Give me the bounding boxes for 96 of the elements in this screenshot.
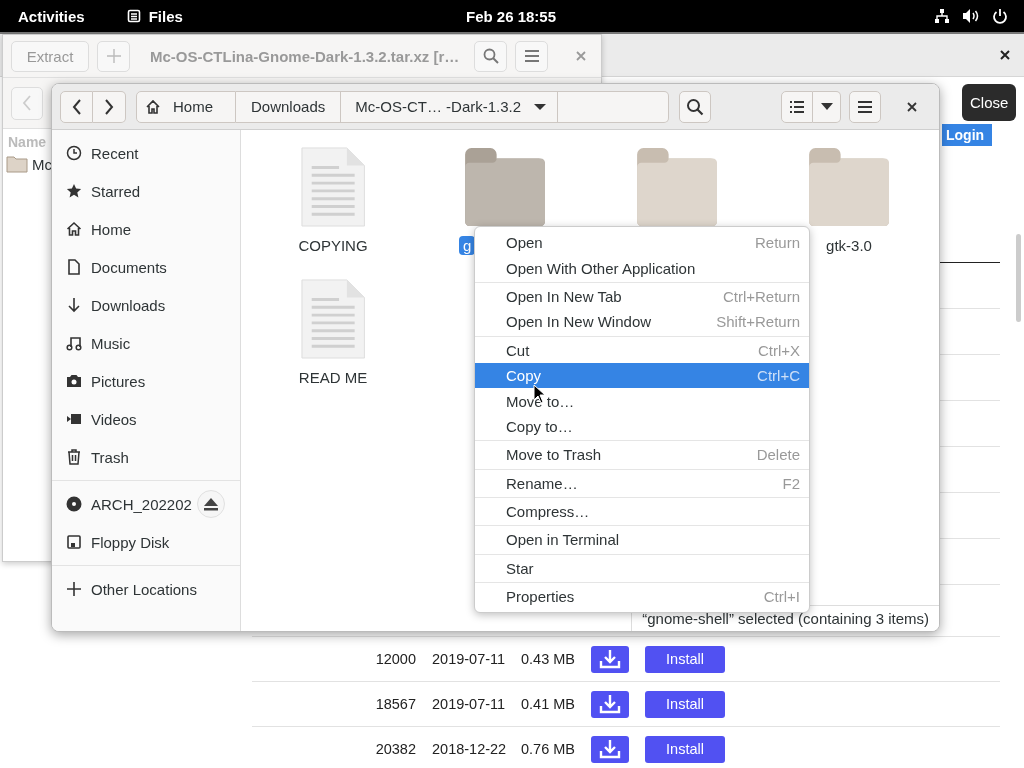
download-button[interactable] (591, 735, 629, 763)
network-icon[interactable] (934, 8, 950, 24)
home-icon (145, 98, 161, 115)
list-icon (789, 99, 805, 114)
window-title: Mc-OS-CTLina-Gnome-Dark-1.3.2.tar.xz [r… (150, 47, 456, 65)
path-button[interactable]: Downloads (236, 90, 342, 123)
sidebar-drive-icon (66, 534, 82, 550)
sidebar-document-icon (66, 259, 82, 275)
sidebar-item[interactable]: ARCH_202202 (91, 495, 192, 513)
sidebar-item[interactable]: Other Locations (91, 580, 197, 598)
download-button[interactable] (591, 645, 629, 673)
menu-item[interactable]: Move to… (475, 388, 809, 414)
chevron-left-icon (22, 95, 32, 111)
sidebar-plus-icon (66, 581, 82, 597)
sidebar-trash-icon (66, 449, 82, 465)
menu-item[interactable]: Copy to… (475, 413, 809, 440)
files-icon (126, 9, 141, 23)
download-count: 12000 (374, 651, 416, 667)
menu-item[interactable]: Copy Ctrl+C (475, 362, 809, 389)
close-icon[interactable] (1000, 50, 1010, 60)
search-icon (686, 97, 705, 116)
sidebar-item[interactable]: Downloads (91, 296, 166, 314)
volume-icon[interactable] (962, 8, 980, 24)
power-icon[interactable] (992, 8, 1008, 24)
install-button[interactable]: Install (645, 690, 725, 718)
folder-icon (6, 155, 28, 173)
search-icon (482, 48, 499, 64)
sidebar-item[interactable]: Starred (91, 182, 141, 200)
menu-icon (523, 49, 540, 63)
download-count: 18567 (374, 696, 416, 712)
download-button[interactable] (591, 690, 629, 718)
location-field[interactable] (558, 90, 670, 123)
sidebar-item[interactable]: Floppy Disk (91, 533, 170, 551)
caret-down-icon (820, 103, 833, 110)
menu-item[interactable]: Star (475, 555, 809, 582)
sidebar-item[interactable]: Trash (91, 448, 129, 466)
download-count: 20382 (374, 741, 416, 757)
sidebar-down-arrow-icon (66, 297, 82, 313)
scrollbar[interactable] (1016, 234, 1021, 322)
plus-icon (105, 48, 122, 64)
sidebar-camera-icon (66, 373, 82, 389)
size-text: 0.76 MB (521, 741, 576, 757)
back-button[interactable] (60, 90, 93, 123)
list-view-button[interactable] (781, 90, 813, 123)
date-text: 2019-07-11 (432, 696, 507, 712)
size-text: 0.41 MB (521, 696, 576, 712)
sidebar-star-icon (66, 183, 82, 199)
install-button[interactable]: Install (645, 645, 725, 673)
menu-button[interactable] (849, 90, 881, 123)
sidebar-clock-icon (66, 145, 82, 161)
sidebar-item[interactable]: Recent (91, 144, 139, 162)
menu-item[interactable]: Open In New Tab Ctrl+Return (475, 283, 809, 310)
chevron-left-icon (71, 98, 82, 115)
menu-item[interactable]: Move to Trash Delete (475, 442, 809, 468)
eject-icon (203, 497, 219, 511)
sidebar-item[interactable]: Documents (91, 258, 167, 276)
menu-item[interactable]: Open With Other Application (475, 255, 809, 281)
app-menu[interactable]: Files (148, 7, 183, 25)
sidebar-video-camera-icon (66, 411, 82, 427)
file-name[interactable]: Mc (32, 155, 52, 173)
close-icon[interactable] (907, 101, 917, 112)
menu-item[interactable]: Cut Ctrl+X (475, 337, 809, 363)
menu-item[interactable]: Open In New Window Shift+Return (475, 309, 809, 335)
menu-item[interactable]: Open in Terminal (475, 527, 809, 553)
sidebar-item[interactable]: Home (91, 220, 131, 238)
eject-button[interactable] (197, 490, 225, 518)
sidebar-disc-icon (66, 496, 82, 512)
path-button[interactable]: Home (136, 90, 236, 123)
menu-icon (857, 99, 873, 114)
path-button[interactable]: Mc-OS-CT… -Dark-1.3.2 (341, 90, 559, 123)
file-name[interactable]: g (459, 236, 476, 255)
date-text: 2019-07-11 (432, 651, 507, 667)
file-name[interactable]: COPYING (294, 236, 372, 255)
menu-item[interactable]: Rename… F2 (475, 470, 809, 496)
sidebar-item[interactable]: Pictures (91, 372, 146, 390)
clock[interactable]: Feb 26 18:55 (466, 7, 557, 25)
activities-button[interactable]: Activities (0, 7, 99, 25)
sidebar-music-note-icon (66, 335, 82, 351)
file-name[interactable]: READ ME (294, 368, 372, 387)
file-name[interactable]: gtk-3.0 (822, 236, 876, 255)
search-button[interactable] (679, 90, 712, 123)
sidebar-home-icon (66, 221, 82, 237)
sidebar-item[interactable]: Music (91, 334, 131, 352)
view-options-button[interactable] (813, 90, 841, 123)
date-text: 2018-12-22 (432, 741, 508, 757)
menu-item[interactable]: Compress… (475, 498, 809, 525)
caret-down-icon (533, 102, 548, 111)
folder-icon[interactable] (462, 146, 548, 228)
tooltip: Close (962, 84, 1017, 121)
menu-item[interactable]: Open Return (475, 230, 809, 256)
sidebar-item[interactable]: Videos (91, 410, 137, 428)
install-button[interactable]: Install (645, 735, 725, 763)
chevron-right-icon (104, 98, 114, 115)
login-button[interactable]: Login (942, 124, 992, 146)
forward-button[interactable] (93, 90, 126, 123)
size-text: 0.43 MB (521, 651, 576, 667)
